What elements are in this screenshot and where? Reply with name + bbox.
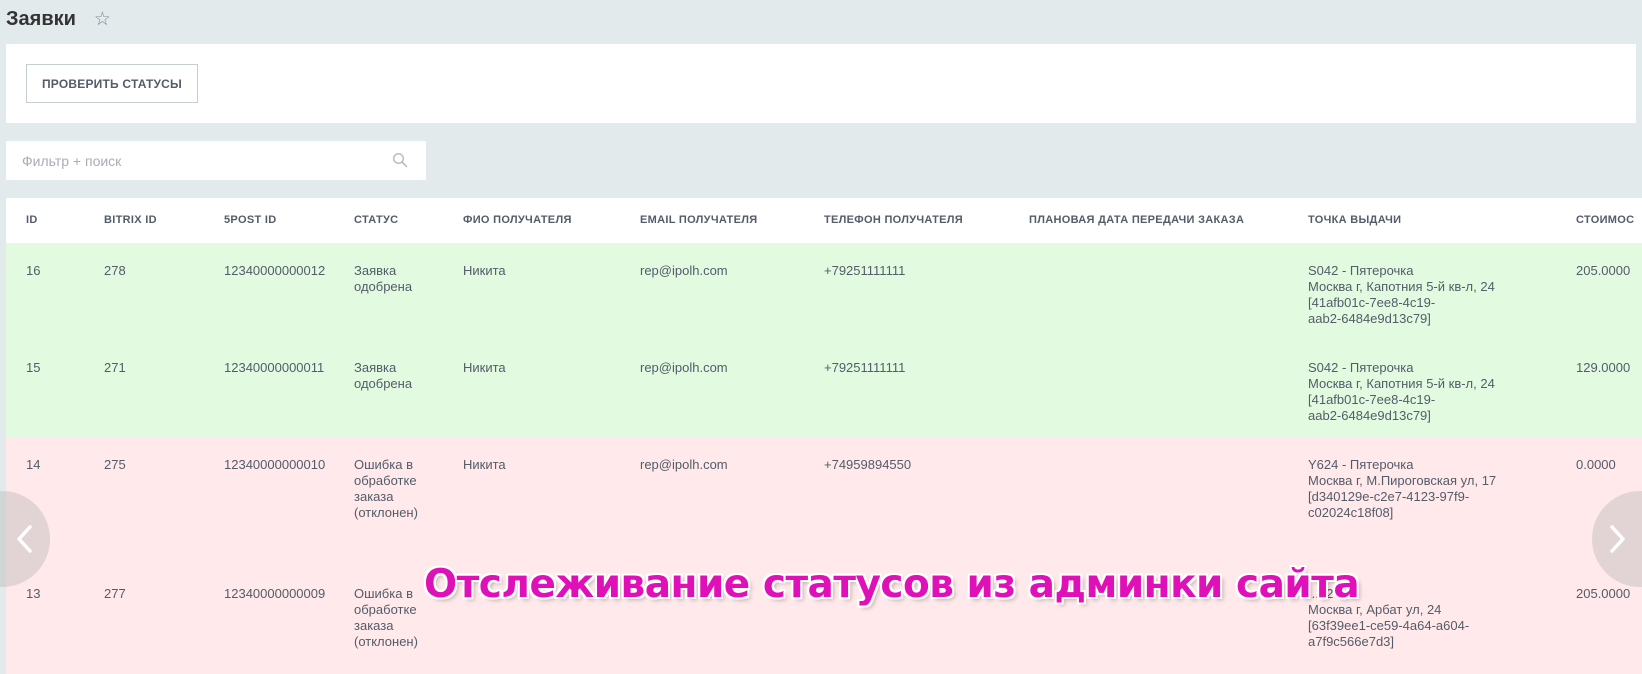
cell-cost: 129.0000 [1576,360,1631,375]
cell-cost: 205.0000 [1576,586,1631,601]
pickup-point-line: [41afb01c-7ee8-4c19- [1308,295,1436,310]
cell-name: Никита [463,263,506,278]
pickup-point-line: Москва г, М.Пироговская ул, 17 [1308,473,1497,488]
filter-box [6,141,426,180]
pickup-point-line: [63f39ee1-ce59-4a64-a604- [1308,618,1470,633]
column-header[interactable]: СТОИМОС [1576,198,1634,243]
cell-post-id: 12340000000010 [224,457,326,472]
cell-post-id: 12340000000012 [224,263,326,278]
column-header[interactable]: ID [26,198,38,243]
cell-status: Ошибка в обработке заказа (отклонен) [354,457,418,520]
cell-pickup-point: Y624 - Пятерочка Москва г, М.Пироговская … [1308,457,1558,521]
cell-email: rep@ipolh.com [640,457,728,472]
cell-email: rep@ipolh.com [640,360,728,375]
star-icon[interactable]: ☆ [94,10,111,29]
cell-post-id: 12340000000009 [224,586,326,601]
pickup-point-line: Москва г, Капотния 5-й кв-л, 24 [1308,376,1495,391]
cell-cost: 205.0000 [1576,263,1631,278]
overlay-caption: Отслеживание статусов из админки сайта [424,562,1360,607]
table-row[interactable]: 15 271 12340000000011 Заявка одобрена Никита… [6,340,1642,437]
cell-name: Никита [463,457,506,472]
pickup-point-line: aab2-6484e9d13c79] [1308,408,1431,423]
column-header[interactable]: ТЕЛЕФОН ПОЛУЧАТЕЛЯ [824,198,963,243]
cell-id: 15 [26,360,41,375]
column-header[interactable]: ФИО ПОЛУЧАТЕЛЯ [463,198,572,243]
cell-phone: +79251111111 [824,263,906,278]
cell-status: Ошибка в обработке заказа (отклонен) [354,586,418,649]
cell-id: 14 [26,457,41,472]
cell-id: 16 [26,263,41,278]
pickup-point-line: S042 - Пятерочка [1308,263,1414,278]
table-header: ID BITRIX ID 5POST ID СТАТУС ФИО ПОЛУЧАТЕЛЯ E… [6,198,1642,243]
table-row[interactable]: 14 275 12340000000010 Ошибка в обработке за… [6,437,1642,566]
cell-bitrix-id: 278 [104,263,126,278]
filter-search-input[interactable] [6,141,386,180]
cell-phone: +79251111111 [824,360,906,375]
pickup-point-line: Y624 - Пятерочка [1308,457,1414,472]
pickup-point-line: S042 - Пятерочка [1308,360,1414,375]
pickup-point-line: [d340129e-c2e7-4123-97f9- [1308,489,1470,504]
cell-post-id: 12340000000011 [224,360,325,375]
pickup-point-line: Москва г, Капотния 5-й кв-л, 24 [1308,279,1495,294]
column-header[interactable]: ТОЧКА ВЫДАЧИ [1308,198,1401,243]
cell-pickup-point: S042 - Пятерочка Москва г, Капотния 5-й к… [1308,360,1558,424]
page-title: Заявки [6,7,76,30]
cell-phone: +74959894550 [824,457,912,472]
pickup-point-line: aab2-6484e9d13c79] [1308,311,1431,326]
cell-bitrix-id: 271 [104,360,126,375]
chevron-left-icon [17,525,32,553]
cell-status: Заявка одобрена [354,360,413,391]
page-header: Заявки ☆ [6,4,111,34]
pickup-point-line: a7f9c566e7d3] [1308,634,1395,649]
cell-id: 13 [26,586,41,601]
cell-bitrix-id: 275 [104,457,126,472]
cell-name: Никита [463,360,506,375]
column-header[interactable]: СТАТУС [354,198,398,243]
chevron-right-icon [1610,525,1625,553]
table-row[interactable]: 16 278 12340000000012 Заявка одобрена Никита… [6,243,1642,340]
cell-email: rep@ipolh.com [640,263,728,278]
column-header[interactable]: 5POST ID [224,198,277,243]
cell-cost: 0.0000 [1576,457,1616,472]
toolbar-panel: ПРОВЕРИТЬ СТАТУСЫ [6,44,1636,123]
pickup-point-line: [41afb01c-7ee8-4c19- [1308,392,1436,407]
check-statuses-button[interactable]: ПРОВЕРИТЬ СТАТУСЫ [26,64,198,103]
cell-status: Заявка одобрена [354,263,413,294]
search-icon[interactable] [392,152,408,168]
column-header[interactable]: EMAIL ПОЛУЧАТЕЛЯ [640,198,757,243]
cell-pickup-point: S042 - Пятерочка Москва г, Капотния 5-й к… [1308,263,1558,327]
cell-bitrix-id: 277 [104,586,126,601]
column-header[interactable]: BITRIX ID [104,198,157,243]
column-header[interactable]: ПЛАНОВАЯ ДАТА ПЕРЕДАЧИ ЗАКАЗА [1029,198,1244,243]
pickup-point-line: c02024c18f08] [1308,505,1394,520]
